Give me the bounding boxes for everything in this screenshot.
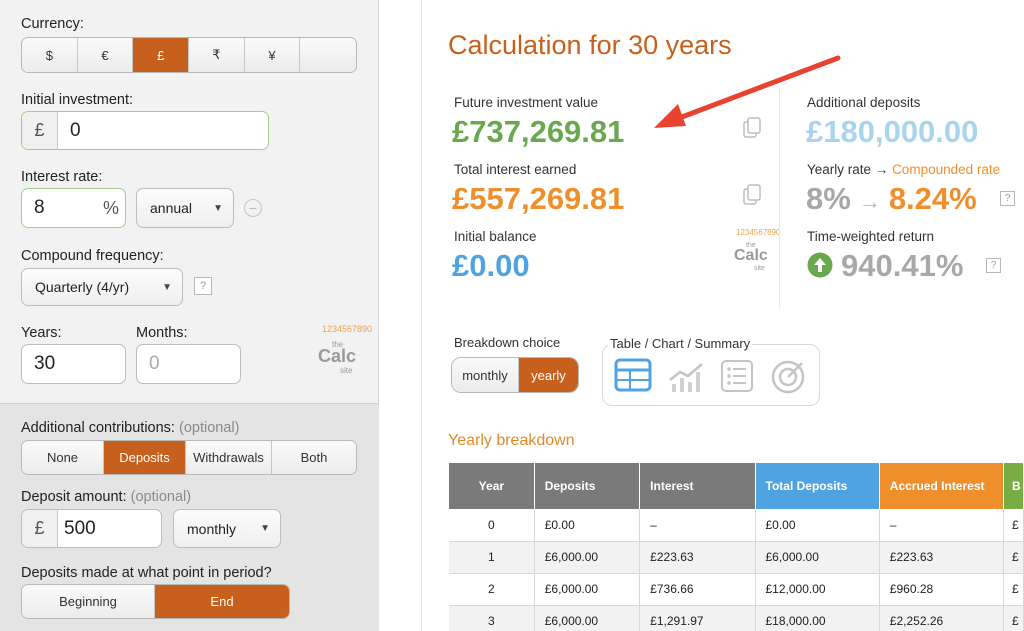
twr-value: 940.41% [841, 248, 964, 283]
timing-beginning-button[interactable]: Beginning [22, 585, 155, 618]
chevron-down-icon: ▼ [213, 202, 223, 214]
currency-gbp-button[interactable]: £ [133, 38, 190, 72]
initial-investment-label: Initial investment: [21, 92, 134, 108]
chart-view-icon[interactable] [668, 360, 706, 392]
table-row: 2 £6,000.00 £736.66 £12,000.00 £960.28 £ [449, 573, 1024, 606]
calc-site-logo: 1234567890 the Calc site [318, 324, 373, 375]
col-total-deposits-header: Total Deposits [755, 463, 880, 509]
contribution-withdrawals-button[interactable]: Withdrawals [186, 441, 272, 474]
compounded-rate-link[interactable]: Compounded rate [892, 162, 1000, 177]
currency-other-button[interactable] [300, 38, 356, 72]
yearly-rate-row: 8% → 8.24% [806, 181, 977, 217]
initial-balance-label: Initial balance [454, 229, 537, 244]
currency-prefix: £ [22, 112, 58, 149]
breakdown-table: Year Deposits Interest Total Deposits Ac… [449, 463, 1024, 631]
currency-prefix: £ [22, 510, 58, 547]
chevron-down-icon: ▼ [260, 523, 270, 534]
col-accrued-interest-header: Accrued Interest [879, 463, 1005, 509]
future-value: £737,269.81 [452, 114, 625, 149]
yearly-rate-label: Yearly rate → Compounded rate [807, 162, 1001, 177]
additional-contributions-label: Additional contributions: (optional) [21, 420, 240, 436]
currency-label: Currency: [21, 16, 84, 32]
breakdown-monthly-button[interactable]: monthly [452, 358, 519, 392]
currency-jpy-button[interactable]: ¥ [244, 38, 301, 72]
calculator-form-panel: Currency: $ € £ ₹ ¥ Initial investment: … [0, 0, 379, 631]
contribution-deposits-button[interactable]: Deposits [104, 441, 186, 474]
contribution-both-button[interactable]: Both [272, 441, 356, 474]
table-header-row: Year Deposits Interest Total Deposits Ac… [449, 463, 1024, 509]
currency-eur-button[interactable]: € [77, 38, 134, 72]
years-label: Years: [21, 325, 62, 341]
help-icon[interactable]: ? [194, 277, 212, 295]
months-label: Months: [136, 325, 188, 341]
table-row: 0 £0.00 – £0.00 – £ [449, 509, 1024, 542]
years-value: 30 [34, 353, 56, 374]
deposit-amount-label: Deposit amount: (optional) [21, 489, 192, 505]
help-icon[interactable]: ? [986, 258, 1001, 273]
yearly-breakdown-heading: Yearly breakdown [448, 432, 575, 449]
currency-inr-button[interactable]: ₹ [189, 38, 245, 72]
summary-view-icon[interactable] [720, 359, 754, 393]
table-row: 1 £6,000.00 £223.63 £6,000.00 £223.63 £ [449, 541, 1024, 574]
interest-rate-label: Interest rate: [21, 169, 103, 185]
col-interest-header: Interest [639, 463, 756, 509]
col-year-header: Year [449, 463, 535, 509]
timing-end-button[interactable]: End [155, 585, 289, 618]
help-icon[interactable]: ? [1000, 191, 1015, 206]
remove-rate-icon[interactable]: − [244, 199, 262, 217]
initial-balance-value: £0.00 [452, 248, 530, 283]
rate-period-select[interactable]: annual ▼ [136, 188, 234, 228]
table-view-icon[interactable] [614, 358, 652, 392]
percent-suffix: % [102, 197, 119, 218]
annotation-arrow-icon [654, 55, 841, 128]
calc-site-logo: 1234567890 the Calc site [734, 228, 781, 272]
compounded-rate-value: 8.24% [888, 181, 977, 216]
compound-frequency-select[interactable]: Quarterly (4/yr) ▼ [21, 268, 183, 306]
col-balance-header: B [1003, 463, 1024, 509]
deposit-amount-value: 500 [64, 517, 96, 539]
months-input[interactable]: 0 [136, 344, 241, 384]
currency-usd-button[interactable]: $ [22, 38, 78, 72]
initial-investment-field[interactable]: £ 0 [21, 111, 269, 150]
interest-rate-field[interactable]: 8 % [21, 188, 126, 228]
yearly-rate-value: 8% [806, 181, 851, 216]
table-row: 3 £6,000.00 £1,291.97 £18,000.00 £2,252.… [449, 605, 1024, 631]
view-choice-label: Table / Chart / Summary [608, 336, 753, 351]
twr-label: Time-weighted return [807, 229, 935, 244]
initial-investment-value: 0 [70, 119, 81, 141]
deposit-period-select[interactable]: monthly ▼ [173, 509, 281, 548]
deposit-timing-label: Deposits made at what point in period? [21, 565, 272, 581]
breakdown-selector: monthly yearly [451, 357, 579, 393]
breakdown-yearly-button[interactable]: yearly [518, 358, 578, 392]
deposit-period-value: monthly [187, 520, 237, 537]
arrow-up-icon [807, 252, 833, 278]
rate-arrow: → [858, 189, 881, 214]
deposit-amount-field[interactable]: £ 500 [21, 509, 162, 548]
compound-frequency-label: Compound frequency: [21, 248, 164, 264]
future-value-label: Future investment value [454, 95, 599, 110]
currency-selector: $ € £ ₹ ¥ [21, 37, 357, 73]
goal-view-icon[interactable] [770, 358, 808, 394]
interest-rate-value: 8 [34, 197, 45, 218]
contributions-selector: None Deposits Withdrawals Both [21, 440, 357, 475]
years-input[interactable]: 30 [21, 344, 126, 384]
compound-frequency-value: Quarterly (4/yr) [35, 279, 130, 295]
total-interest-label: Total interest earned [454, 162, 577, 177]
deposit-timing-selector: Beginning End [21, 584, 290, 619]
contribution-none-button[interactable]: None [22, 441, 104, 474]
breakdown-choice-label: Breakdown choice [454, 335, 561, 350]
months-placeholder: 0 [149, 353, 160, 374]
rate-period-value: annual [150, 200, 193, 216]
chevron-down-icon: ▼ [162, 281, 172, 293]
copy-icon[interactable] [742, 184, 762, 206]
total-interest-value: £557,269.81 [452, 181, 625, 216]
col-deposits-header: Deposits [534, 463, 641, 509]
